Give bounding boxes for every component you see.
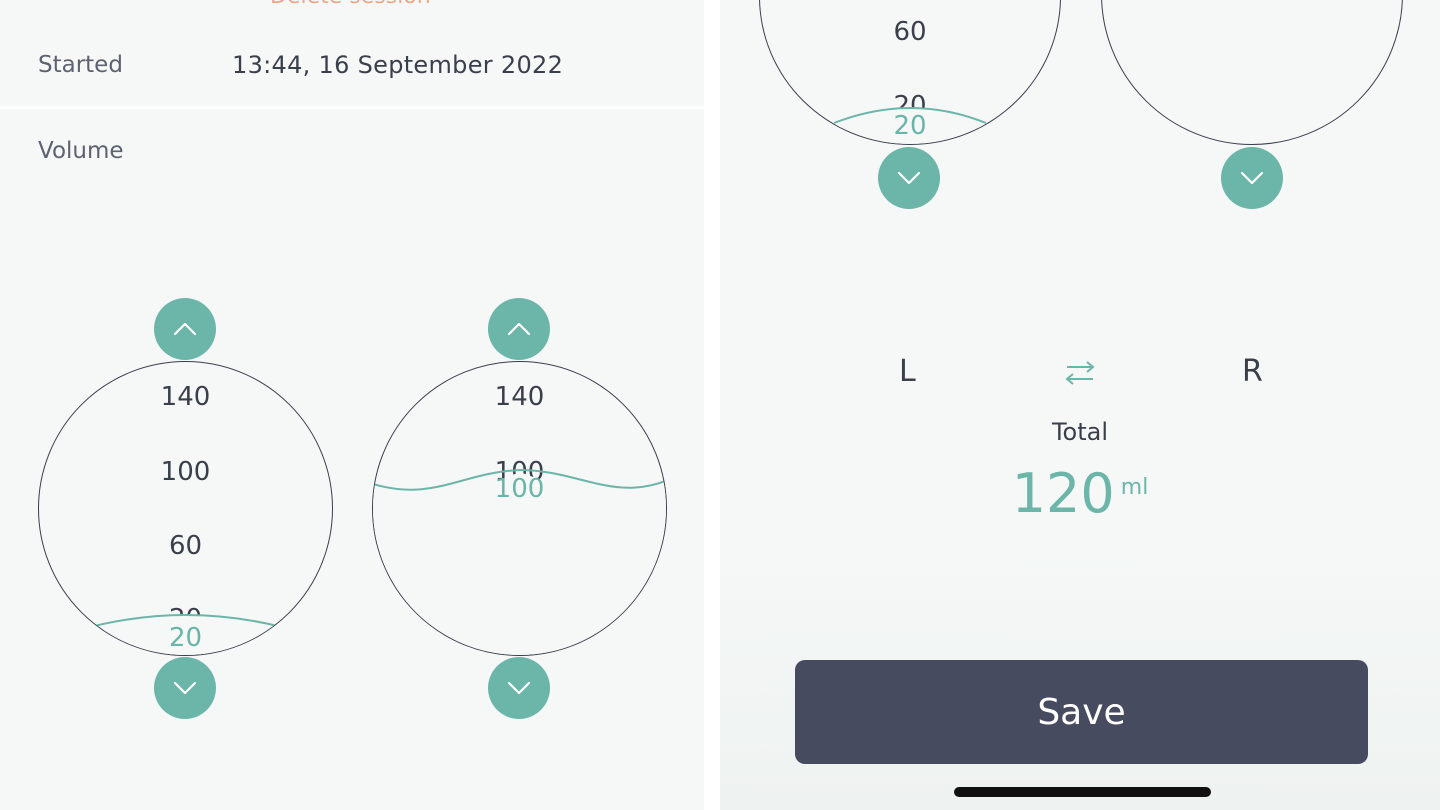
- save-button[interactable]: Save: [795, 660, 1368, 764]
- left-bottle-gauge[interactable]: 60 20 20: [759, 0, 1061, 145]
- left-bottle-increase-button[interactable]: [154, 298, 216, 360]
- left-fill-value: 20: [168, 623, 203, 653]
- delete-session-link[interactable]: Delete session: [270, 0, 431, 9]
- chevron-up-icon: [173, 322, 197, 336]
- right-fill-wave: [373, 468, 666, 655]
- chevron-down-icon: [897, 171, 921, 185]
- chevron-down-icon: [507, 681, 531, 695]
- swap-arrows-icon: [1065, 361, 1095, 385]
- chevron-down-icon: [1240, 171, 1264, 185]
- left-bottle-gauge[interactable]: 140 100 60 20 20: [38, 361, 333, 656]
- right-bottle-gauge[interactable]: 140 100 100: [372, 361, 667, 656]
- swap-sides-button[interactable]: [1064, 358, 1096, 392]
- volume-editor-panel: Delete session Started 13:44, 16 Septemb…: [0, 0, 704, 810]
- right-fill-value: 100: [494, 474, 545, 504]
- right-bottle-decrease-button[interactable]: [488, 657, 550, 719]
- left-fill-wave: [39, 614, 332, 655]
- started-value[interactable]: 13:44, 16 September 2022: [232, 51, 563, 79]
- started-row[interactable]: Delete session Started 13:44, 16 Septemb…: [0, 0, 704, 109]
- right-bottle-increase-button[interactable]: [488, 298, 550, 360]
- left-fill-value: 20: [893, 111, 927, 141]
- left-bottle-decrease-button[interactable]: [154, 657, 216, 719]
- right-bottle-gauge[interactable]: [1101, 0, 1403, 145]
- left-bottle-decrease-button[interactable]: [878, 147, 940, 209]
- volume-label: Volume: [38, 138, 124, 164]
- right-side-label: R: [1242, 354, 1263, 389]
- started-label: Started: [38, 52, 123, 78]
- chevron-up-icon: [507, 322, 531, 336]
- home-indicator: [954, 787, 1211, 797]
- right-bottle-decrease-button[interactable]: [1221, 147, 1283, 209]
- chevron-down-icon: [173, 681, 197, 695]
- left-side-label: L: [899, 354, 916, 389]
